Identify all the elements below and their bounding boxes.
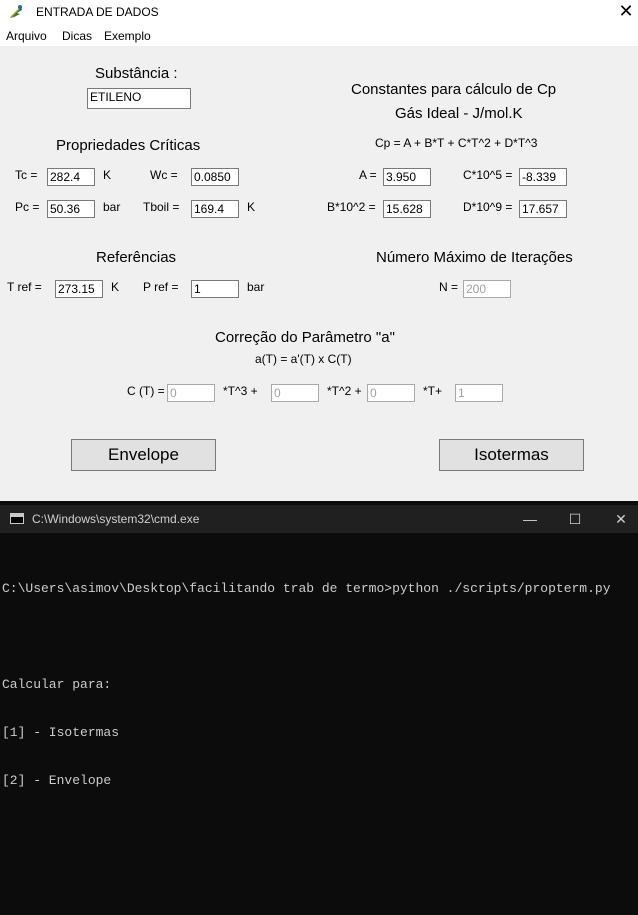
console-line: [2] - Envelope: [2, 773, 112, 788]
t1-coef-input[interactable]: 0: [367, 384, 415, 402]
t3-coef-input[interactable]: 0: [167, 384, 215, 402]
cmd-title-bar: C:\Windows\system32\cmd.exe — ☐ ✕: [0, 505, 638, 533]
critical-heading: Propriedades Críticas: [56, 137, 201, 154]
menu-arquivo[interactable]: Arquivo: [6, 29, 47, 43]
isotermas-button[interactable]: Isotermas: [439, 439, 584, 471]
tc-unit: K: [103, 168, 112, 182]
d-input[interactable]: 17.657: [519, 200, 567, 218]
console-output[interactable]: C:\Users\asimov\Desktop\facilitando trab…: [2, 549, 638, 805]
feather-app-icon: [10, 5, 22, 18]
menu-exemplo[interactable]: Exemplo: [104, 29, 151, 43]
tc-label: Tc =: [15, 168, 38, 182]
pc-input[interactable]: 50.36: [47, 200, 95, 218]
d-label: D*10^9 =: [463, 200, 513, 214]
pref-label: P ref =: [143, 280, 179, 294]
menu-dicas[interactable]: Dicas: [62, 29, 92, 43]
t2-coef-input[interactable]: 0: [271, 384, 319, 402]
tref-unit: K: [111, 280, 120, 294]
wc-label: Wc =: [150, 168, 178, 182]
tc-input[interactable]: 282.4: [47, 168, 95, 186]
console-line: Calcular para:: [2, 677, 112, 692]
b-label: B*10^2 =: [327, 200, 376, 214]
t0-coef-input[interactable]: 1: [455, 384, 503, 402]
minimize-icon[interactable]: —: [518, 509, 542, 529]
pc-label: Pc =: [15, 200, 40, 214]
pref-unit: bar: [247, 280, 265, 294]
maximize-icon[interactable]: ☐: [563, 509, 587, 529]
cp-formula: Cp = A + B*T + C*T^2 + D*T^3: [375, 136, 538, 150]
pref-input[interactable]: 1: [191, 280, 239, 298]
tboil-label: Tboil =: [143, 200, 180, 214]
ct-label: C (T) =: [127, 384, 165, 398]
wc-input[interactable]: 0.0850: [191, 168, 239, 186]
cp-heading: Constantes para cálculo de Cp: [351, 81, 557, 98]
iter-heading: Número Máximo de Iterações: [376, 249, 573, 266]
substance-input[interactable]: ETILENO: [87, 88, 191, 109]
cp-subheading: Gás Ideal - J/mol.K: [395, 105, 523, 122]
t2-label: *T^2 +: [327, 384, 362, 398]
close-icon[interactable]: ✕: [609, 509, 633, 529]
a-label: A =: [359, 168, 377, 182]
refs-heading: Referências: [96, 249, 177, 266]
b-input[interactable]: 15.628: [383, 200, 431, 218]
c-label: C*10^5 =: [463, 168, 513, 182]
n-label: N =: [439, 280, 459, 294]
substance-label: Substância :: [95, 65, 178, 82]
cmd-window-title: C:\Windows\system32\cmd.exe: [32, 512, 200, 526]
envelope-button[interactable]: Envelope: [71, 439, 216, 471]
a-input[interactable]: 3.950: [383, 168, 431, 186]
title-bar: ENTRADA DE DADOS ✕: [0, 0, 638, 26]
tref-input[interactable]: 273.15: [55, 280, 103, 298]
console-line: C:\Users\asimov\Desktop\facilitando trab…: [2, 581, 611, 596]
window-title: ENTRADA DE DADOS: [36, 5, 159, 19]
tref-label: T ref =: [7, 280, 42, 294]
c-input[interactable]: -8.339: [519, 168, 567, 186]
pc-unit: bar: [103, 200, 121, 214]
tboil-input[interactable]: 169.4: [191, 200, 239, 218]
t3-label: *T^3 +: [223, 384, 258, 398]
console-icon: [10, 513, 24, 524]
correction-formula: a(T) = a'(T) x C(T): [255, 352, 352, 366]
correction-heading: Correção do Parâmetro "a": [215, 329, 395, 346]
t1-label: *T+: [423, 384, 443, 398]
tboil-unit: K: [247, 200, 256, 214]
data-entry-window: ENTRADA DE DADOS ✕ Arquivo Dicas Exemplo…: [0, 0, 638, 501]
close-icon[interactable]: ✕: [614, 0, 638, 24]
console-line: [1] - Isotermas: [2, 725, 120, 740]
menu-bar: Arquivo Dicas Exemplo: [0, 26, 638, 46]
n-input[interactable]: 200: [463, 280, 511, 298]
